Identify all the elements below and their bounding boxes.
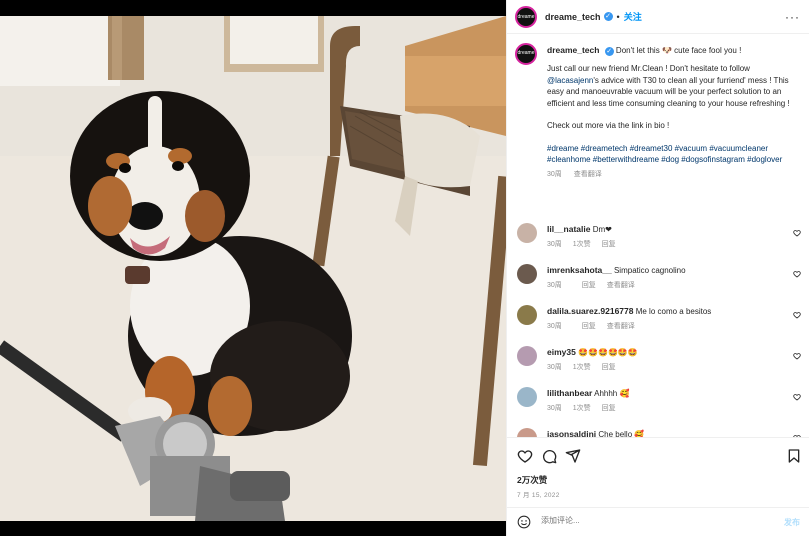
- commenter-avatar[interactable]: [517, 264, 537, 284]
- mention-link[interactable]: @lacasajenn: [547, 76, 593, 85]
- comment-text-line: eimy35 🤩🤩🤩🤩🤩🤩: [547, 347, 638, 357]
- dog-emoji: 🐶: [661, 46, 672, 55]
- commenter-username[interactable]: lil__natalie: [547, 224, 590, 234]
- post-caption: dreame dreame_tech ✓ Don't let this 🐶 cu…: [515, 43, 800, 180]
- author-avatar[interactable]: dreame: [515, 5, 537, 28]
- like-heart-icon[interactable]: [517, 448, 533, 464]
- commenter-username[interactable]: imrenksahota__: [547, 265, 612, 275]
- comment-time: 30周: [547, 241, 562, 248]
- comment-likes[interactable]: 1次赞: [573, 364, 591, 371]
- comment-time: 30周: [547, 323, 562, 330]
- caption-line1-b: cute face fool you !: [674, 46, 742, 55]
- comment-item: lilithanbear Ahhhh 🥰 30周 1次赞 回复: [515, 385, 805, 426]
- avatar-text: dreame: [517, 13, 535, 20]
- comment-text-line: jasonsaldini Che bello 🥰: [547, 429, 644, 437]
- commenter-avatar[interactable]: [517, 223, 537, 243]
- hashtags[interactable]: #dreame #dreametech #dreamet30 #vacuum #…: [547, 143, 800, 166]
- comment-like-heart-icon[interactable]: [793, 311, 801, 319]
- commenter-avatar[interactable]: [517, 305, 537, 325]
- comments-scroll-area[interactable]: dreame dreame_tech ✓ Don't let this 🐶 cu…: [507, 35, 809, 437]
- more-options-icon[interactable]: ···: [785, 10, 800, 24]
- caption-avatar[interactable]: dreame: [515, 43, 537, 65]
- comment-like-heart-icon[interactable]: [793, 352, 801, 360]
- puppy-image: [0, 16, 506, 521]
- post-date: 7 月 15, 2022: [517, 492, 560, 499]
- caption-line1-a: Don't let this: [615, 46, 660, 55]
- avatar-text: dreame: [517, 50, 535, 57]
- see-translation-link[interactable]: 查看翻译: [607, 323, 635, 330]
- comment-icon[interactable]: [541, 448, 557, 464]
- comment-meta: 30周 回复 查看翻译: [547, 321, 644, 331]
- comment-item: dalila.suarez.9216778 Me lo como a besit…: [515, 303, 805, 344]
- reply-button[interactable]: 回复: [602, 241, 616, 248]
- save-bookmark-icon[interactable]: [786, 448, 802, 464]
- post-photo[interactable]: [0, 16, 506, 521]
- comment-body: Simpatico cagnolino: [613, 266, 686, 275]
- verified-icon: ✓: [604, 47, 614, 56]
- caption-p2-a: Just call our new friend Mr.Clean ! Don'…: [547, 64, 750, 73]
- caption-meta: 30周 查看翻译: [547, 169, 800, 181]
- see-translation-link[interactable]: 查看翻译: [607, 282, 635, 289]
- share-icon[interactable]: [565, 448, 581, 464]
- commenter-username[interactable]: jasonsaldini: [547, 429, 596, 437]
- commenter-username[interactable]: lilithanbear: [547, 388, 592, 398]
- verified-icon: ✓: [603, 12, 613, 21]
- comment-like-heart-icon[interactable]: [793, 393, 801, 401]
- comments-list: lil__natalie Dm❤ 30周 1次赞 回复 imrenksahota…: [515, 221, 805, 437]
- commenter-username[interactable]: eimy35: [547, 347, 576, 357]
- comment-item: imrenksahota__ Simpatico cagnolino 30周 回…: [515, 262, 805, 303]
- post-side-panel: dreame dreame_tech ✓ • 关注 ··· dreame dre…: [506, 0, 809, 536]
- comment-body: Me lo como a besitos: [635, 307, 712, 316]
- add-comment-bar: 发布: [507, 507, 809, 536]
- comment-time: 30周: [547, 364, 562, 371]
- comment-item: eimy35 🤩🤩🤩🤩🤩🤩 30周 1次赞 回复: [515, 344, 805, 385]
- comment-text-line: imrenksahota__ Simpatico cagnolino: [547, 265, 686, 275]
- caption-username[interactable]: dreame_tech: [547, 45, 599, 55]
- comment-like-heart-icon[interactable]: [793, 270, 801, 278]
- comment-body: Dm❤: [592, 225, 612, 234]
- post-modal: dreame dreame_tech ✓ • 关注 ··· dreame dre…: [0, 0, 809, 536]
- comment-text-line: lilithanbear Ahhhh 🥰: [547, 388, 629, 398]
- comment-meta: 30周 1次赞 回复: [547, 362, 634, 372]
- comment-body: Che bello 🥰: [598, 430, 645, 437]
- comment-body: 🤩🤩🤩🤩🤩🤩: [578, 348, 638, 357]
- comment-time: 30周: [547, 405, 562, 412]
- comment-item: jasonsaldini Che bello 🥰: [515, 426, 805, 437]
- comment-like-heart-icon[interactable]: [793, 229, 801, 237]
- reply-button[interactable]: 回复: [602, 405, 616, 412]
- reply-button[interactable]: 回复: [602, 364, 616, 371]
- action-bar: 2万次赞 7 月 15, 2022: [507, 437, 809, 507]
- reply-button[interactable]: 回复: [582, 282, 596, 289]
- author-username[interactable]: dreame_tech: [545, 12, 601, 22]
- comment-text-line: dalila.suarez.9216778 Me lo como a besit…: [547, 306, 711, 316]
- reply-button[interactable]: 回复: [582, 323, 596, 330]
- emoji-icon[interactable]: [517, 515, 531, 529]
- comment-likes[interactable]: 1次赞: [573, 405, 591, 412]
- commenter-avatar[interactable]: [517, 346, 537, 366]
- follow-button[interactable]: 关注: [624, 10, 642, 23]
- comment-body: Ahhhh 🥰: [594, 389, 630, 398]
- comment-meta: 30周 回复 查看翻译: [547, 280, 644, 290]
- likes-count[interactable]: 2万次赞: [517, 474, 547, 486]
- caption-time: 30周: [547, 170, 562, 178]
- post-comment-button[interactable]: 发布: [784, 517, 800, 528]
- comment-time: 30周: [547, 282, 562, 289]
- commenter-avatar[interactable]: [517, 387, 537, 407]
- comment-item: lil__natalie Dm❤ 30周 1次赞 回复: [515, 221, 805, 262]
- comment-input[interactable]: [541, 516, 741, 525]
- commenter-username[interactable]: dalila.suarez.9216778: [547, 306, 633, 316]
- comment-meta: 30周 1次赞 回复: [547, 239, 634, 249]
- commenter-avatar[interactable]: [517, 428, 537, 437]
- comment-text-line: lil__natalie Dm❤: [547, 224, 612, 234]
- caption-p3: Check out more via the link in bio !: [547, 121, 670, 130]
- see-translation-link[interactable]: 查看翻译: [574, 171, 602, 178]
- comment-meta: 30周 1次赞 回复: [547, 403, 634, 413]
- comment-likes[interactable]: 1次赞: [573, 241, 591, 248]
- separator-dot: •: [616, 11, 620, 22]
- post-header: dreame dreame_tech ✓ • 关注 ···: [507, 0, 809, 34]
